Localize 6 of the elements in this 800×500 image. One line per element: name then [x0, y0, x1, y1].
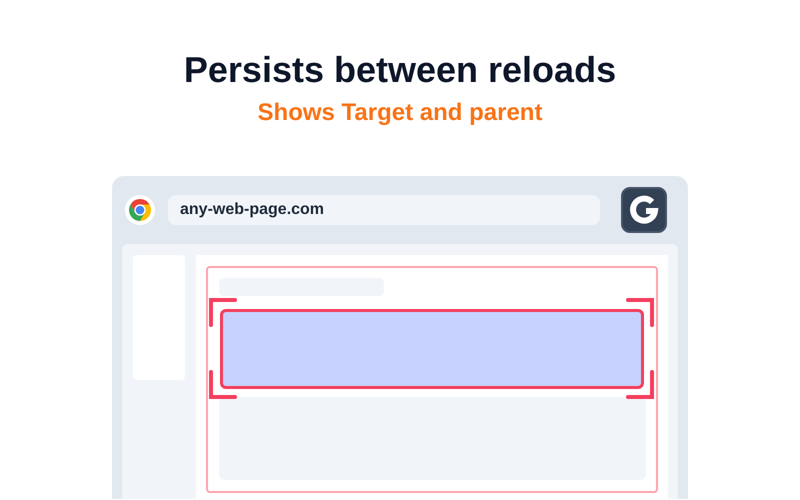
browser-logo-icon[interactable]: [125, 195, 155, 225]
heading: Persists between reloads: [184, 48, 616, 92]
target-highlight[interactable]: [220, 309, 644, 389]
subheading: Shows Target and parent: [258, 98, 542, 128]
logo-icon[interactable]: [621, 187, 667, 233]
address-bar[interactable]: any-web-page.com: [168, 195, 600, 225]
